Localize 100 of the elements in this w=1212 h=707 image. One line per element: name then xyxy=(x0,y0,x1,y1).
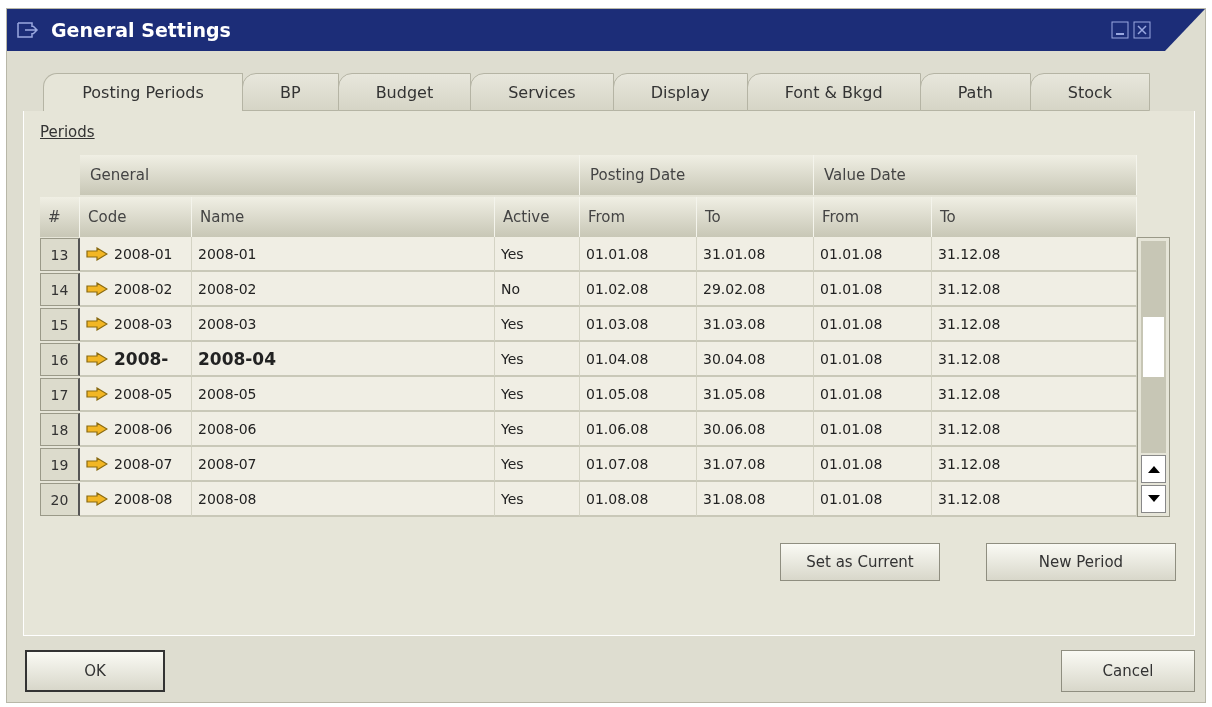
close-icon[interactable] xyxy=(1133,21,1151,39)
cell-text: 2008- xyxy=(114,348,169,369)
cell-text: 31.12.08 xyxy=(938,280,1001,297)
arrow-icon[interactable] xyxy=(86,351,108,366)
row-number[interactable]: 15 xyxy=(40,308,80,341)
arrow-icon[interactable] xyxy=(86,316,108,331)
cell-text: 2008-02 xyxy=(198,280,257,297)
column-header[interactable]: Name xyxy=(192,197,495,237)
cell-text: Yes xyxy=(501,385,524,402)
window-icon xyxy=(17,22,39,38)
row-number[interactable]: 16 xyxy=(40,343,80,376)
arrow-icon[interactable] xyxy=(86,386,108,401)
row-number[interactable]: 18 xyxy=(40,413,80,446)
cell-text: 31.12.08 xyxy=(938,385,1001,402)
cell-text: 01.01.08 xyxy=(820,455,883,472)
cell-text: No xyxy=(501,280,521,297)
group-header: Posting Date xyxy=(580,155,814,195)
cell-text: 30.04.08 xyxy=(703,350,766,367)
arrow-icon[interactable] xyxy=(86,246,108,261)
cell-text: 31.07.08 xyxy=(703,455,766,472)
arrow-icon[interactable] xyxy=(86,421,108,436)
tab[interactable]: Services xyxy=(470,73,614,111)
row-number[interactable]: 14 xyxy=(40,273,80,306)
arrow-icon[interactable] xyxy=(86,456,108,471)
cell-text: 2008-05 xyxy=(114,385,173,402)
group-header: General xyxy=(80,155,580,195)
row-number[interactable]: 20 xyxy=(40,483,80,516)
window-title: General Settings xyxy=(51,19,232,41)
cell-text: 01.05.08 xyxy=(586,385,649,402)
cell-text: 01.06.08 xyxy=(586,420,649,437)
arrow-icon[interactable] xyxy=(86,491,108,506)
cell-text: 2008-08 xyxy=(198,490,257,507)
row-number[interactable]: 19 xyxy=(40,448,80,481)
cell-text: 2008-01 xyxy=(198,245,257,262)
cell-text: Yes xyxy=(501,490,524,507)
arrow-icon[interactable] xyxy=(86,281,108,296)
cell-text: 01.01.08 xyxy=(820,385,883,402)
up-triangle-icon xyxy=(1147,465,1160,473)
cell-text: 2008-06 xyxy=(198,420,257,437)
cell-text: 01.01.08 xyxy=(820,420,883,437)
cell-text: Yes xyxy=(501,350,524,367)
tab[interactable]: Posting Periods xyxy=(43,73,243,111)
column-header[interactable]: From xyxy=(580,197,697,237)
ok-button[interactable]: OK xyxy=(25,650,165,692)
cell-text: 2008-07 xyxy=(114,455,173,472)
cell-text: 01.02.08 xyxy=(586,280,649,297)
cell-text: 01.01.08 xyxy=(820,245,883,262)
cell-text: 2008-01 xyxy=(114,245,173,262)
row-number[interactable]: 17 xyxy=(40,378,80,411)
tab[interactable]: BP xyxy=(242,73,339,111)
tab[interactable]: Stock xyxy=(1029,73,1151,111)
cell-text: 31.12.08 xyxy=(938,420,1001,437)
cell-text: 31.03.08 xyxy=(703,315,766,332)
cell-text: 2008-04 xyxy=(198,348,277,369)
scrollbar[interactable] xyxy=(1137,237,1170,517)
cell-text: 31.12.08 xyxy=(938,455,1001,472)
cell-text: 31.01.08 xyxy=(703,245,766,262)
cancel-button[interactable]: Cancel xyxy=(1061,650,1195,692)
cell-text: 01.04.08 xyxy=(586,350,649,367)
cell-text: 2008-02 xyxy=(114,280,173,297)
cell-text: 01.01.08 xyxy=(820,490,883,507)
cell-text: 2008-08 xyxy=(114,490,173,507)
cell-text: 31.12.08 xyxy=(938,350,1001,367)
cell-text: 2008-07 xyxy=(198,455,257,472)
periods-link[interactable]: Periods xyxy=(40,123,95,141)
cell-text: 01.01.08 xyxy=(586,245,649,262)
tab[interactable]: Display xyxy=(612,73,748,111)
cell-text: 2008-03 xyxy=(114,315,173,332)
cell-text: 31.08.08 xyxy=(703,490,766,507)
down-triangle-icon xyxy=(1147,495,1160,503)
tab[interactable]: Budget xyxy=(337,73,472,111)
cell-text: 2008-05 xyxy=(198,385,257,402)
scroll-thumb[interactable] xyxy=(1143,317,1164,377)
column-header[interactable]: To xyxy=(932,197,1137,237)
new-period-button[interactable]: New Period xyxy=(986,543,1176,581)
cell-text: Yes xyxy=(501,315,524,332)
cell-text: Yes xyxy=(501,455,524,472)
minimize-icon[interactable] xyxy=(1111,21,1129,39)
cell-text: 31.05.08 xyxy=(703,385,766,402)
column-header[interactable]: Code xyxy=(80,197,192,237)
column-header[interactable]: Active xyxy=(495,197,580,237)
cell-text: 01.07.08 xyxy=(586,455,649,472)
column-header[interactable]: To xyxy=(697,197,814,237)
cell-text: 01.03.08 xyxy=(586,315,649,332)
cell-text: 30.06.08 xyxy=(703,420,766,437)
cell-text: 31.12.08 xyxy=(938,490,1001,507)
cell-text: 31.12.08 xyxy=(938,245,1001,262)
cell-text: 01.01.08 xyxy=(820,280,883,297)
cell-text: Yes xyxy=(501,420,524,437)
set-current-button[interactable]: Set as Current xyxy=(780,543,940,581)
scroll-up-button[interactable] xyxy=(1141,455,1166,483)
cell-text: 2008-03 xyxy=(198,315,257,332)
cell-text: 01.01.08 xyxy=(820,350,883,367)
column-header[interactable]: # xyxy=(40,197,80,237)
row-number[interactable]: 13 xyxy=(40,238,80,271)
tab[interactable]: Font & Bkgd xyxy=(746,73,921,111)
tab[interactable]: Path xyxy=(919,73,1031,111)
column-header[interactable]: From xyxy=(814,197,932,237)
scroll-down-button[interactable] xyxy=(1141,485,1166,513)
group-header: Value Date xyxy=(814,155,1137,195)
